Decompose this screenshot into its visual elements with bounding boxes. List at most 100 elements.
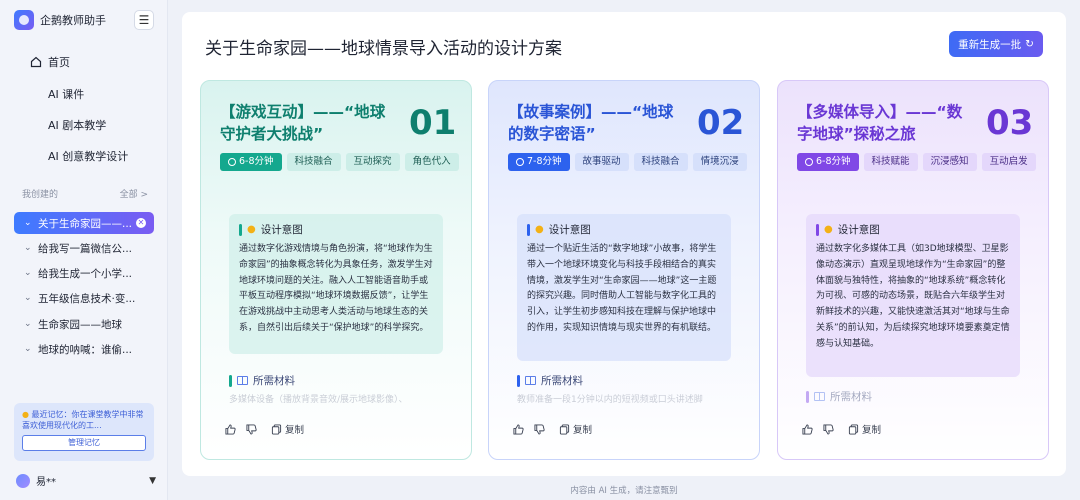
chevron-down-icon: ⌄ <box>24 243 32 253</box>
nav-home[interactable]: 首页 <box>30 54 70 70</box>
tag: 互动启发 <box>981 153 1036 171</box>
bulb-icon: ● <box>247 224 256 235</box>
brand[interactable]: 企鹅教师助手 <box>14 10 106 30</box>
card-title: 【游戏互动】——“地球守护者大挑战” <box>220 103 386 143</box>
duration-badge: 6-8分钟 <box>220 153 282 171</box>
copy-icon <box>559 423 570 435</box>
duration-text: 6-8分钟 <box>239 156 274 167</box>
history-item-label: 生命家园——地球 <box>38 318 122 331</box>
card-title: 【多媒体导入】——“数字地球”探秘之旅 <box>797 103 963 143</box>
accent-bar <box>806 390 809 403</box>
sidebar-toggle-icon: ☰ <box>138 13 150 27</box>
thumbs-up-icon[interactable] <box>513 423 524 435</box>
card-title: 【故事案例】——“地球的数字密语” <box>508 103 674 143</box>
home-icon <box>30 56 42 68</box>
nav-home-label: 首页 <box>48 56 70 69</box>
refresh-icon: ↻ <box>1025 38 1034 50</box>
manage-memory-button[interactable]: 管理记忆 <box>22 435 146 451</box>
nav-item-ai-creative-design[interactable]: AI 创意教学设计 <box>48 148 128 164</box>
book-icon <box>525 376 536 385</box>
clock-icon <box>228 158 236 166</box>
chevron-down-icon: ⌄ <box>24 218 32 228</box>
duration-text: 7-8分钟 <box>527 156 562 167</box>
tag: 角色代入 <box>404 153 459 171</box>
materials-section: 所需材料 教师准备一段1分钟以内的短视频或口头讲述脚 <box>517 373 737 404</box>
tag-list: 7-8分钟 故事驱动 科技融合 情境沉浸 <box>508 153 748 171</box>
history-item-label: 给我写一篇微信公... <box>38 242 133 255</box>
sidebar: 企鹅教师助手 ☰ 首页 AI 课件 AI 剧本教学 AI 创意教学设计 我创建的… <box>0 0 168 500</box>
intent-text: 通过数字化多媒体工具（如3D地球模型、卫星影像动态演示）直观呈现地球作为“生命家… <box>816 244 1010 349</box>
clock-icon <box>516 158 524 166</box>
materials-section: 所需材料 <box>806 389 1026 404</box>
ai-disclaimer: 内容由 AI 生成，请注意甄别 <box>570 486 678 496</box>
history-item[interactable]: ⌄ 给我写一篇微信公... <box>14 237 154 259</box>
collapse-sidebar-button[interactable]: ☰ <box>134 10 154 30</box>
duration-badge: 6-8分钟 <box>797 153 859 171</box>
regenerate-button[interactable]: 重新生成一批 ↻ <box>949 31 1043 57</box>
copy-button[interactable]: 复制 <box>848 422 881 436</box>
materials-header: 所需材料 <box>806 389 1026 404</box>
history-item-active[interactable]: ⌄ 关于生命家园——... ✕ <box>14 212 154 234</box>
accent-bar <box>517 374 520 387</box>
tag: 科技融合 <box>633 153 688 171</box>
history-item[interactable]: ⌄ 五年级信息技术·变... <box>14 287 154 309</box>
duration-badge: 7-8分钟 <box>508 153 570 171</box>
copy-icon <box>848 423 859 435</box>
history-item[interactable]: ⌄ 地球的呐喊：谁偷... <box>14 338 154 360</box>
accent-bar <box>527 223 530 236</box>
chevron-down-icon: ⌄ <box>24 319 32 329</box>
tag-list: 6-8分钟 科技赋能 沉浸感知 互动启发 <box>797 153 1037 171</box>
accent-bar <box>239 223 242 236</box>
memory-text: 最近记忆：你在课堂教学中非常喜欢使用现代化的工... <box>22 410 144 430</box>
design-intent-box: ● 设计意图 通过一个贴近生活的“数字地球”小故事，将学生带入一个地球环境变化与… <box>517 214 731 361</box>
design-card-3: 【多媒体导入】——“数字地球”探秘之旅 03 6-8分钟 科技赋能 沉浸感知 互… <box>777 80 1049 460</box>
duration-text: 6-8分钟 <box>816 156 851 167</box>
intent-label: 设计意图 <box>548 224 591 236</box>
copy-label: 复制 <box>862 425 882 436</box>
app-name: 企鹅教师助手 <box>40 14 106 27</box>
thumbs-down-icon[interactable] <box>534 423 545 435</box>
history-all-link[interactable]: 全部 > <box>120 187 148 200</box>
app-logo-icon <box>14 10 34 30</box>
design-intent-box: ● 设计意图 通过数字化多媒体工具（如3D地球模型、卫星影像动态演示）直观呈现地… <box>806 214 1020 377</box>
design-card-2: 【故事案例】——“地球的数字密语” 02 7-8分钟 故事驱动 科技融合 情境沉… <box>488 80 760 460</box>
materials-text: 多媒体设备（播放背景音效/展示地球影像）、 <box>229 395 408 404</box>
chevron-down-icon: ⌄ <box>24 344 32 354</box>
intent-header: ● 设计意图 <box>816 222 1012 237</box>
history-item[interactable]: ⌄ 生命家园——地球 <box>14 313 154 335</box>
copy-label: 复制 <box>573 425 593 436</box>
intent-label: 设计意图 <box>260 224 303 236</box>
materials-header: 所需材料 <box>517 373 737 388</box>
history-header: 我创建的 全部 > <box>22 187 148 200</box>
thumbs-down-icon[interactable] <box>823 423 834 435</box>
materials-section: 所需材料 多媒体设备（播放背景音效/展示地球影像）、 <box>229 373 449 404</box>
close-icon[interactable]: ✕ <box>136 218 146 228</box>
nav-item-ai-courseware[interactable]: AI 课件 <box>48 86 84 102</box>
card-number: 02 <box>697 103 745 143</box>
nav-item-ai-script-teaching[interactable]: AI 剧本教学 <box>48 117 106 133</box>
thumbs-up-icon[interactable] <box>225 423 236 435</box>
tag: 情境沉浸 <box>692 153 747 171</box>
card-actions: 复制 <box>225 422 304 436</box>
copy-button[interactable]: 复制 <box>271 422 304 436</box>
history-item[interactable]: ⌄ 给我生成一个小学... <box>14 262 154 284</box>
main-panel: 关于生命家园——地球情景导入活动的设计方案 重新生成一批 ↻ 【游戏互动】——“… <box>182 12 1066 476</box>
materials-text: 教师准备一段1分钟以内的短视频或口头讲述脚 <box>517 395 703 404</box>
thumbs-down-icon[interactable] <box>246 423 257 435</box>
card-actions: 复制 <box>513 422 592 436</box>
history-item-label: 给我生成一个小学... <box>38 267 133 280</box>
design-card-1: 【游戏互动】——“地球守护者大挑战” 01 6-8分钟 科技融合 互动探究 角色… <box>200 80 472 460</box>
tag: 科技融合 <box>286 153 341 171</box>
materials-label: 所需材料 <box>253 375 295 387</box>
thumbs-up-icon[interactable] <box>802 423 813 435</box>
materials-label: 所需材料 <box>830 391 872 403</box>
card-number: 01 <box>409 103 457 143</box>
chevron-down-icon: ⌄ <box>24 268 32 278</box>
copy-button[interactable]: 复制 <box>559 422 592 436</box>
design-intent-box: ● 设计意图 通过数字化游戏情境与角色扮演，将“地球作为生命家园”的抽象概念转化… <box>229 214 443 354</box>
card-number: 03 <box>986 103 1034 143</box>
tag: 故事驱动 <box>574 153 629 171</box>
accent-bar <box>229 374 232 387</box>
bulb-icon: ● <box>22 410 29 419</box>
regenerate-label: 重新生成一批 <box>958 38 1022 51</box>
